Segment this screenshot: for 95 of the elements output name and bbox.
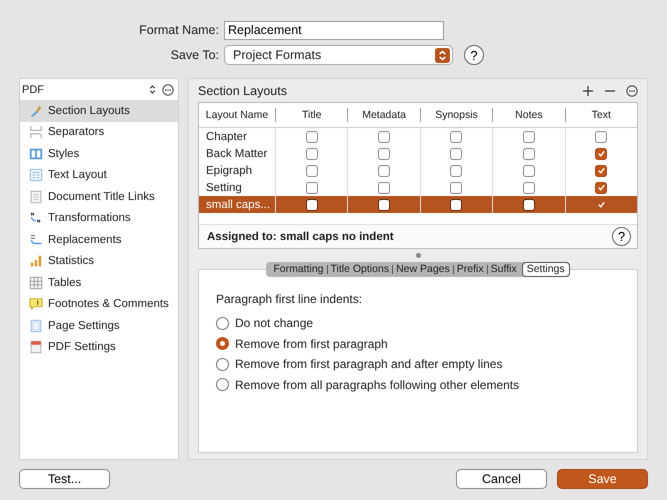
tab[interactable]: Formatting — [270, 263, 327, 276]
checkbox[interactable] — [450, 164, 462, 176]
checkbox[interactable] — [595, 164, 608, 176]
help-button[interactable]: ? — [612, 227, 631, 246]
checkbox[interactable] — [378, 164, 390, 176]
sidebar-item[interactable]: PDF Settings — [20, 336, 178, 358]
format-name-field[interactable]: Replacement — [224, 20, 444, 40]
sidebar-item[interactable]: Text Layout — [20, 164, 178, 186]
layout-name-cell-text: Epigraph — [205, 164, 254, 178]
split-handle[interactable] — [416, 252, 420, 258]
save-to-dropdown[interactable]: Project Formats — [224, 45, 453, 65]
comment-icon — [29, 297, 43, 312]
checkbox[interactable] — [306, 164, 318, 176]
format-name-label: Format Name: — [138, 23, 220, 37]
radio-button[interactable] — [216, 378, 229, 392]
radio-option[interactable]: Do not change — [216, 313, 637, 334]
checkbox[interactable] — [450, 182, 462, 194]
checkbox[interactable] — [595, 148, 608, 160]
sidebar-item[interactable]: Styles — [20, 143, 178, 164]
sidebar-item[interactable]: Document Title Links — [20, 186, 178, 208]
cancel-button[interactable]: Cancel — [456, 469, 547, 489]
test-button[interactable]: Test... — [19, 469, 110, 489]
radio-option[interactable]: Remove from first paragraph — [216, 334, 637, 354]
section-title: Section Layouts — [198, 84, 287, 98]
radio-button[interactable] — [216, 337, 229, 350]
format-dropdown[interactable]: PDF — [22, 84, 149, 96]
column-header[interactable]: Metadata — [347, 108, 420, 122]
sidebar-item[interactable]: Section Layouts — [20, 100, 178, 122]
checkbox[interactable] — [306, 148, 318, 160]
table-icon — [29, 276, 43, 290]
page-icon — [29, 318, 43, 333]
table-row[interactable]: small caps... — [199, 196, 637, 213]
table-row[interactable]: Back Matter — [199, 145, 637, 162]
tab[interactable]: Title Options — [328, 263, 392, 276]
quotes-icon — [29, 211, 43, 226]
sidebar-item[interactable]: Statistics — [20, 250, 178, 272]
indent-heading: Paragraph first line indents: — [216, 292, 364, 306]
sidebar-item[interactable]: Footnotes & Comments — [20, 294, 178, 315]
layout-name-cell-text: Setting — [205, 180, 243, 196]
pdf-icon — [29, 340, 43, 354]
column-header[interactable]: Layout Name — [199, 108, 275, 122]
checkbox[interactable] — [595, 130, 608, 142]
tab[interactable]: New Pages — [393, 263, 453, 276]
column-header[interactable]: Synopsis — [420, 108, 492, 122]
checkbox[interactable] — [378, 182, 390, 194]
document-icon — [29, 190, 43, 204]
styles-icon — [29, 146, 43, 161]
column-header[interactable]: Text — [564, 108, 637, 122]
add-icon[interactable] — [582, 85, 594, 97]
checkbox[interactable] — [450, 148, 462, 160]
checkbox[interactable] — [378, 148, 390, 160]
table-row[interactable]: Chapter — [199, 128, 637, 145]
checkbox[interactable] — [450, 198, 462, 210]
tab[interactable]: Settings — [522, 262, 570, 277]
checkbox[interactable] — [522, 164, 535, 176]
bar-chart-icon — [29, 254, 43, 268]
table-row[interactable]: Epigraph — [199, 162, 637, 179]
checkbox[interactable] — [522, 148, 535, 160]
radio-button[interactable] — [216, 358, 229, 371]
radio-option[interactable]: Remove from all paragraphs following other elements — [216, 374, 637, 395]
column-header[interactable]: Notes — [492, 108, 565, 122]
more-icon[interactable] — [626, 85, 638, 97]
checkbox[interactable] — [450, 130, 462, 142]
checkbox[interactable] — [522, 130, 535, 142]
tab[interactable]: Suffix — [488, 263, 520, 276]
sidebar-item[interactable]: Replacements — [20, 229, 178, 250]
save-to-label: Save To: — [170, 48, 220, 62]
layout-name-cell-text: small caps... — [205, 198, 271, 212]
checkbox[interactable] — [306, 182, 318, 194]
brush-icon — [29, 104, 43, 118]
column-header[interactable]: Title — [275, 108, 348, 122]
updown-icon[interactable] — [149, 84, 156, 95]
sidebar-item[interactable]: Tables — [20, 272, 178, 294]
checkbox[interactable] — [522, 182, 535, 194]
assigned-text: Assigned to: small caps no indent — [207, 230, 394, 242]
layout-name-cell-text: Chapter — [205, 130, 248, 144]
layout-name-cell-text: Back Matter — [205, 146, 268, 162]
checkbox[interactable] — [522, 198, 535, 210]
sidebar-item[interactable]: Page Settings — [20, 315, 178, 336]
checkbox[interactable] — [378, 198, 390, 210]
stepper-icon — [435, 48, 450, 62]
checkbox[interactable] — [306, 198, 318, 210]
checkbox[interactable] — [378, 130, 390, 142]
radio-button[interactable] — [216, 316, 229, 330]
checkbox[interactable] — [306, 130, 318, 142]
help-button[interactable]: ? — [464, 45, 484, 65]
tab[interactable]: Prefix — [454, 263, 487, 276]
radio-option[interactable]: Remove from first paragraph and after empty lines — [216, 354, 637, 374]
layout-icon — [29, 168, 43, 182]
separator-icon — [29, 125, 43, 140]
checkbox[interactable] — [595, 182, 608, 194]
sidebar-item[interactable]: Separators — [20, 122, 178, 143]
save-button[interactable]: Save — [557, 469, 648, 489]
sidebar-item[interactable]: Transformations — [20, 208, 178, 229]
more-icon[interactable] — [162, 84, 174, 96]
